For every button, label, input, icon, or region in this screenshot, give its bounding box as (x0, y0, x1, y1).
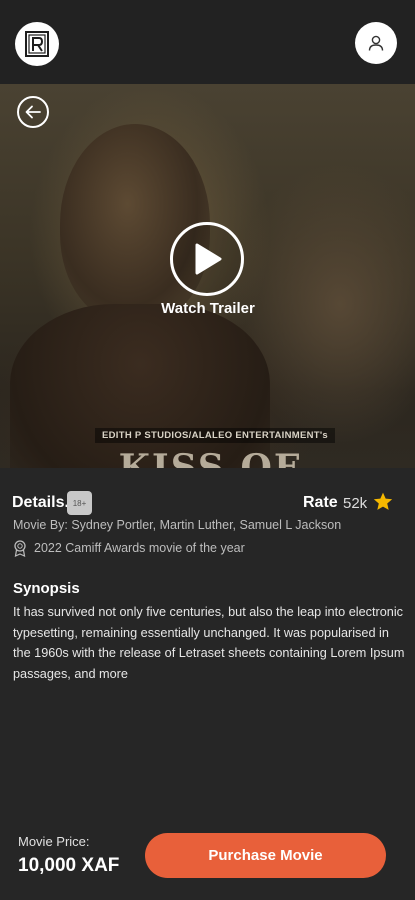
play-trailer-button[interactable] (170, 222, 244, 296)
star-icon[interactable] (372, 491, 394, 513)
poster-title: KISS OF DEATH (118, 447, 302, 468)
poster-figure-body (10, 304, 270, 468)
app-logo[interactable] (15, 22, 59, 66)
profile-button[interactable] (355, 22, 397, 64)
synopsis-heading: Synopsis (13, 580, 80, 597)
award-icon (14, 540, 26, 557)
movie-price: 10,000 XAF (18, 855, 120, 876)
details-heading: Details. (12, 494, 69, 511)
watch-trailer-label[interactable]: Watch Trailer (140, 300, 276, 317)
price-label: Movie Price: (18, 834, 90, 849)
arrow-left-icon (25, 105, 41, 119)
film-logo-icon (25, 31, 49, 57)
age-rating-badge: 18+ (67, 491, 92, 515)
poster-figure (60, 124, 210, 324)
cast-credits: Movie By: Sydney Portler, Martin Luther,… (13, 518, 342, 532)
top-bar (0, 0, 415, 84)
back-button[interactable] (17, 96, 49, 128)
user-icon (368, 35, 384, 51)
rate-count: 52k (343, 495, 368, 512)
synopsis-text: It has survived not only five centuries,… (13, 605, 405, 681)
rate-label: Rate (303, 494, 338, 511)
play-icon (195, 243, 222, 275)
purchase-movie-button[interactable]: Purchase Movie (145, 833, 386, 878)
studio-credit: EDITH P STUDIOS/ALALEO ENTERTAINMENT's (95, 428, 335, 443)
award-text: 2022 Camiff Awards movie of the year (34, 541, 245, 555)
